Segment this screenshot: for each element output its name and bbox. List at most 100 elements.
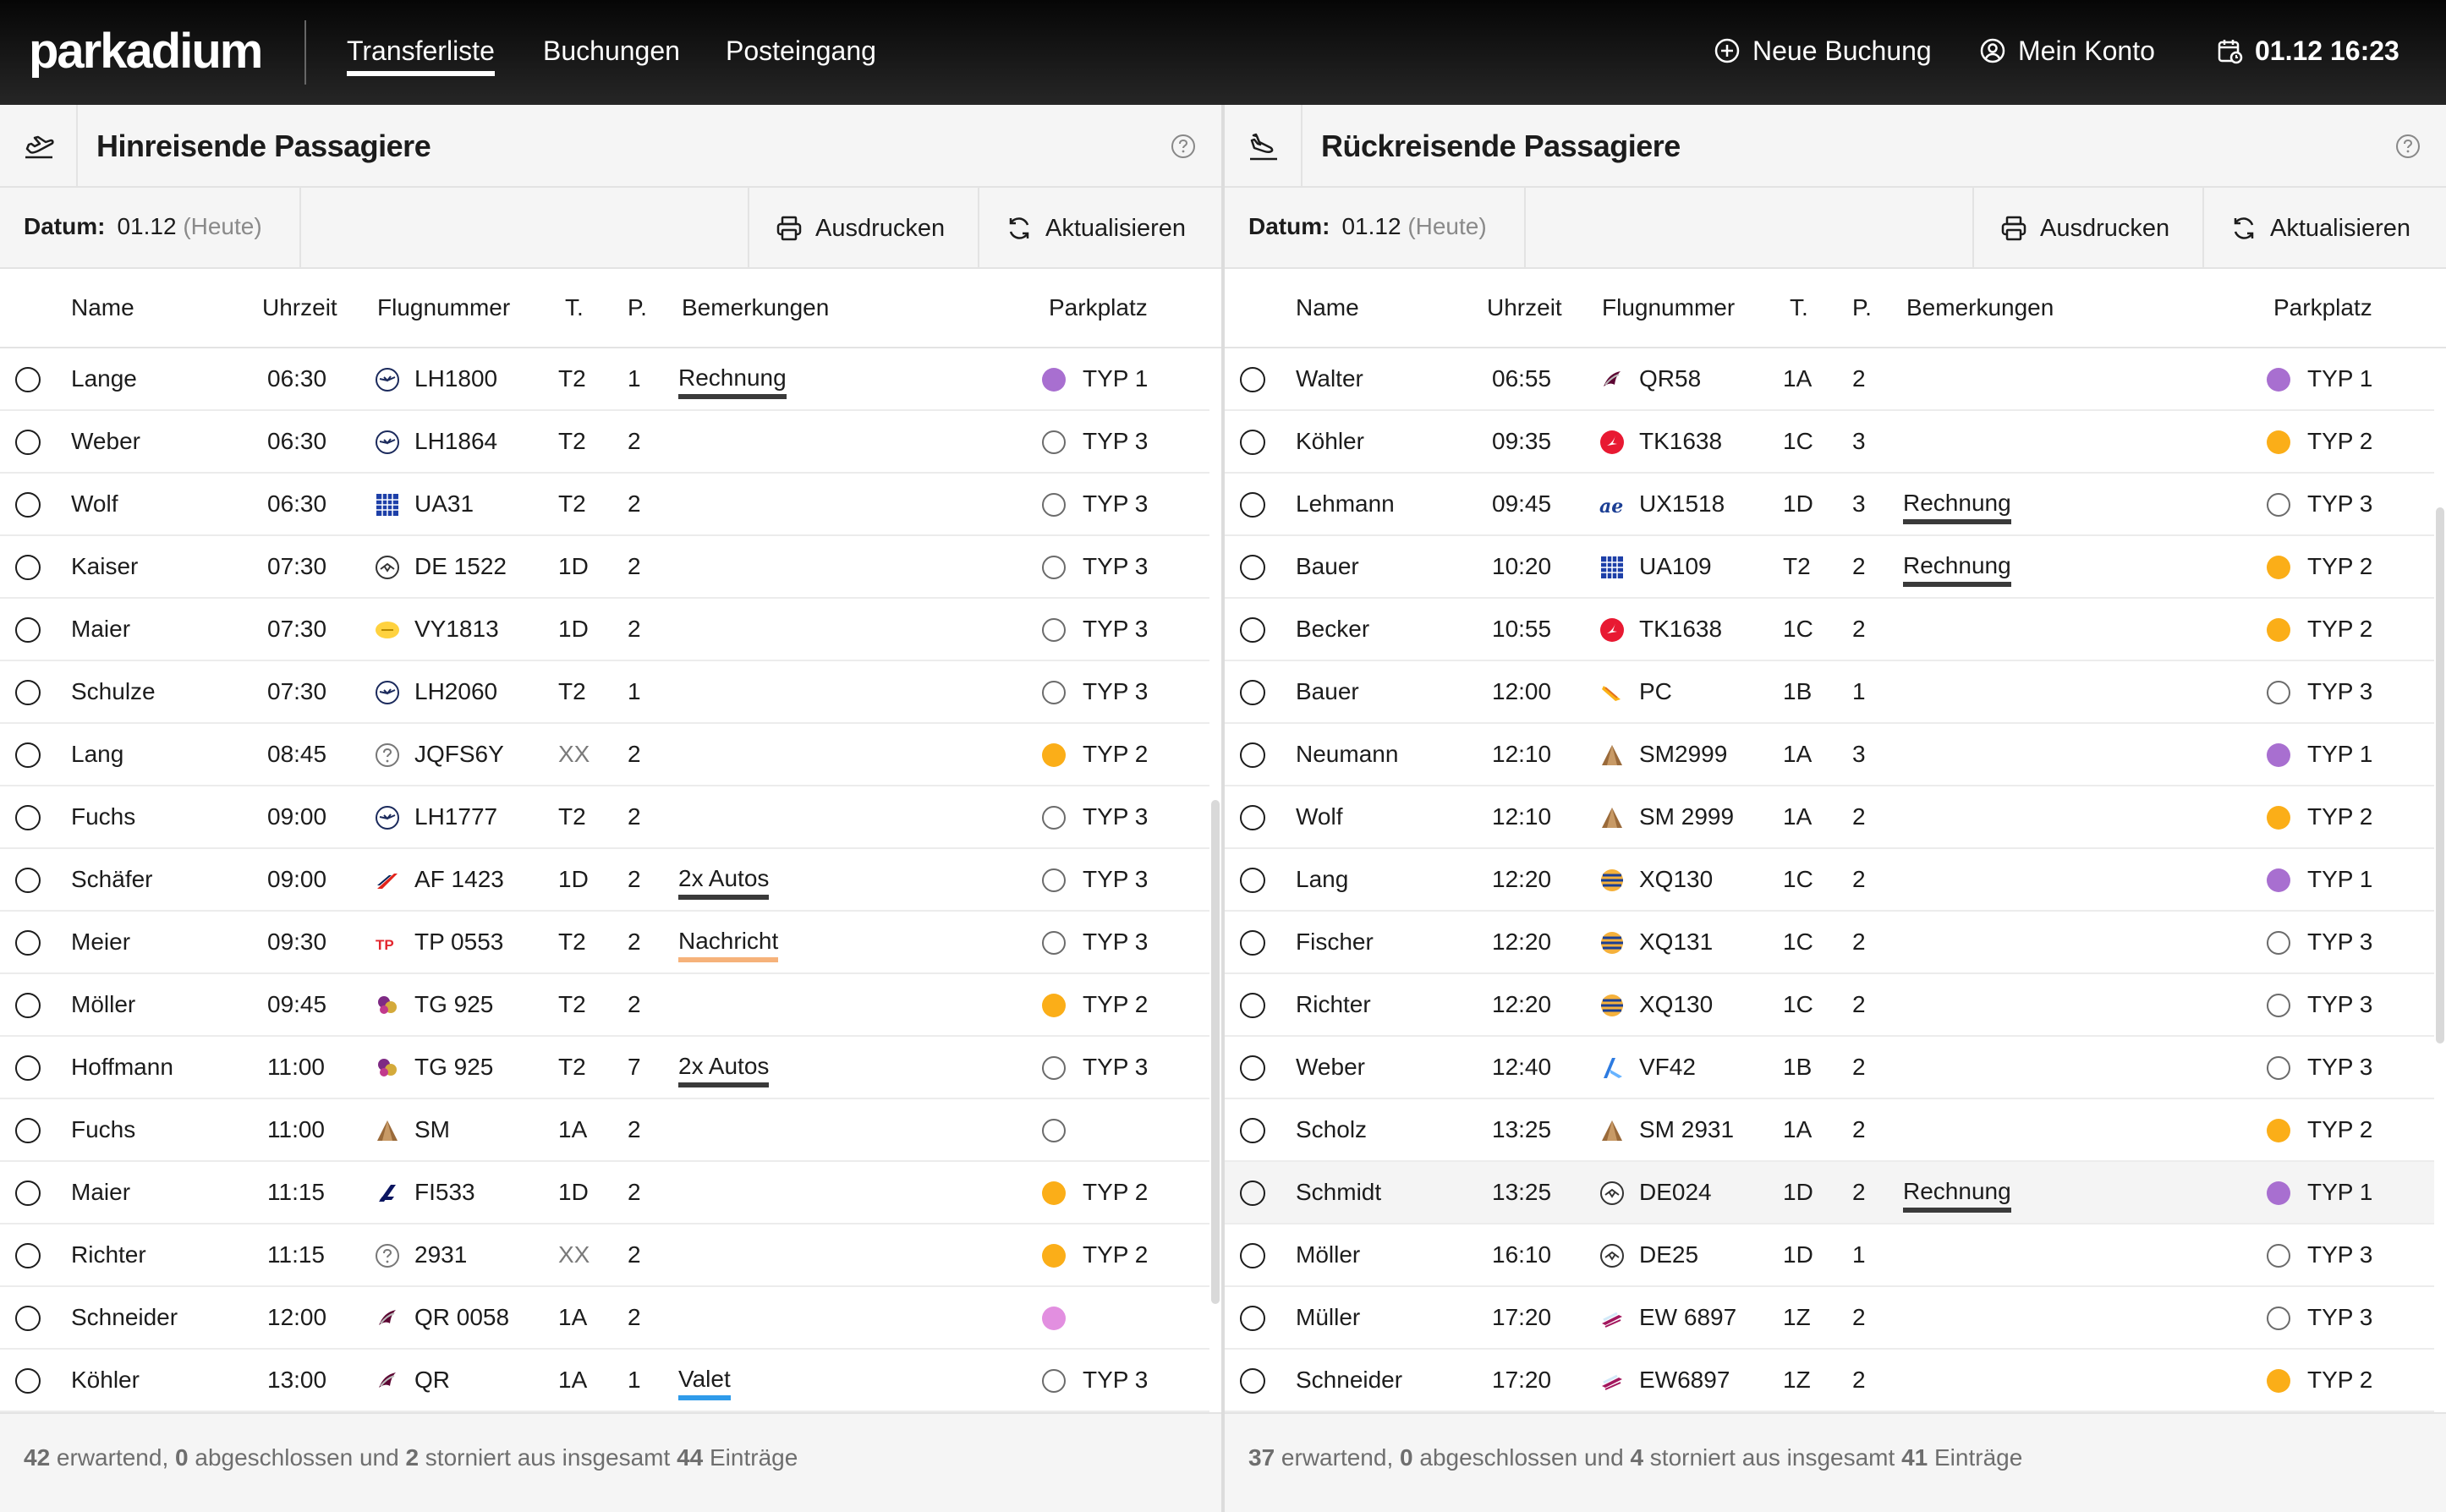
select-radio[interactable]: [1240, 1118, 1265, 1143]
table-row[interactable]: Bauer 12:00 PC 1B 1 TYP 3: [1225, 661, 2434, 724]
column-header-terminal[interactable]: T.: [1790, 291, 1808, 325]
table-row[interactable]: Lehmann 09:45 ae UX1518 1D 3 Rechnung TYP 3: [1225, 474, 2434, 536]
table-row[interactable]: Schneider 17:20 EW6897 1Z 2 TYP 2: [1225, 1350, 2434, 1412]
table-row[interactable]: Schulze 07:30 LH2060 T2 1 TYP 3: [0, 661, 1209, 724]
select-radio[interactable]: [15, 1118, 41, 1143]
table-row[interactable]: Wolf 06:30 UA31 T2 2 TYP 3: [0, 474, 1209, 536]
remark-link[interactable]: Rechnung: [1903, 1162, 2011, 1221]
column-header-remarks[interactable]: Bemerkungen: [682, 291, 829, 325]
select-radio[interactable]: [15, 1368, 41, 1394]
column-header-persons[interactable]: P.: [1852, 291, 1872, 325]
account-button[interactable]: Mein Konto: [1979, 32, 2155, 69]
help-icon[interactable]: [1169, 132, 1198, 161]
select-radio[interactable]: [1240, 930, 1265, 956]
table-row[interactable]: Weber 12:40 VF42 1B 2 TYP 3: [1225, 1037, 2434, 1099]
nav-buchungen[interactable]: Buchungen: [543, 32, 680, 69]
select-radio[interactable]: [15, 430, 41, 455]
column-header-time[interactable]: Uhrzeit: [262, 291, 337, 325]
remark-link[interactable]: Valet: [678, 1350, 731, 1409]
select-radio[interactable]: [1240, 993, 1265, 1018]
nav-posteingang[interactable]: Posteingang: [726, 32, 876, 69]
table-row[interactable]: Müller 17:20 EW 6897 1Z 2 TYP 3: [1225, 1287, 2434, 1350]
select-radio[interactable]: [15, 617, 41, 643]
remark-link[interactable]: 2x Autos: [678, 849, 770, 908]
select-radio[interactable]: [15, 1306, 41, 1331]
select-radio[interactable]: [15, 367, 41, 392]
table-row[interactable]: Fuchs 09:00 LH1777 T2 2 TYP 3: [0, 786, 1209, 849]
select-radio[interactable]: [15, 1181, 41, 1206]
select-radio[interactable]: [1240, 492, 1265, 518]
print-button[interactable]: Ausdrucken: [1999, 188, 2169, 269]
table-row[interactable]: Fuchs 11:00 SM 1A 2: [0, 1099, 1209, 1162]
select-radio[interactable]: [15, 492, 41, 518]
table-row[interactable]: Maier 11:15 FI533 1D 2 TYP 2: [0, 1162, 1209, 1224]
select-radio[interactable]: [15, 993, 41, 1018]
remark-link[interactable]: Rechnung: [1903, 474, 2011, 533]
select-radio[interactable]: [1240, 680, 1265, 705]
scrollbar[interactable]: [1211, 800, 1220, 1304]
column-header-time[interactable]: Uhrzeit: [1487, 291, 1562, 325]
table-row[interactable]: Bauer 10:20 UA109 T2 2 Rechnung TYP 2: [1225, 536, 2434, 599]
column-header-persons[interactable]: P.: [628, 291, 647, 325]
table-row[interactable]: Maier 07:30 VY1813 1D 2 TYP 3: [0, 599, 1209, 661]
help-icon[interactable]: [2394, 132, 2422, 161]
new-booking-button[interactable]: Neue Buchung: [1714, 32, 1932, 69]
select-radio[interactable]: [1240, 1055, 1265, 1081]
remark-link[interactable]: Rechnung: [678, 348, 787, 408]
table-row[interactable]: Richter 12:20 XQ130 1C 2 TYP 3: [1225, 974, 2434, 1037]
table-row[interactable]: Walter 06:55 QR58 1A 2 TYP 1: [1225, 348, 2434, 411]
table-row[interactable]: Neumann 12:10 SM2999 1A 3 TYP 1: [1225, 724, 2434, 786]
table-row[interactable]: Meier 09:30 TP TP 0553 T2 2 Nachricht TYP 3: [0, 912, 1209, 974]
column-header-remarks[interactable]: Bemerkungen: [1906, 291, 2054, 325]
select-radio[interactable]: [1240, 805, 1265, 830]
date-display[interactable]: Datum: 01.12 (Heute): [1248, 210, 1487, 244]
select-radio[interactable]: [15, 868, 41, 893]
table-row[interactable]: Schäfer 09:00 AF 1423 1D 2 2x Autos TYP 3: [0, 849, 1209, 912]
scrollbar[interactable]: [2436, 507, 2444, 1044]
select-radio[interactable]: [1240, 1368, 1265, 1394]
select-radio[interactable]: [15, 742, 41, 768]
select-radio[interactable]: [1240, 1181, 1265, 1206]
table-row[interactable]: Möller 09:45 TG 925 T2 2 TYP 2: [0, 974, 1209, 1037]
app-logo[interactable]: parkadium: [29, 22, 263, 81]
column-header-flight[interactable]: Flugnummer: [1602, 291, 1735, 325]
select-radio[interactable]: [15, 930, 41, 956]
table-row[interactable]: Lang 12:20 XQ130 1C 2 TYP 1: [1225, 849, 2434, 912]
table-row[interactable]: Fischer 12:20 XQ131 1C 2 TYP 3: [1225, 912, 2434, 974]
select-radio[interactable]: [1240, 617, 1265, 643]
table-row[interactable]: Köhler 13:00 QR 1A 1 Valet TYP 3: [0, 1350, 1209, 1412]
column-header-name[interactable]: Name: [1296, 291, 1359, 325]
select-radio[interactable]: [1240, 555, 1265, 580]
column-header-name[interactable]: Name: [71, 291, 134, 325]
table-row[interactable]: Schmidt 13:25 DE024 1D 2 Rechnung TYP 1: [1225, 1162, 2434, 1224]
nav-transferliste[interactable]: Transferliste: [347, 32, 495, 76]
remark-link[interactable]: Nachricht: [678, 912, 779, 971]
select-radio[interactable]: [15, 1243, 41, 1268]
select-radio[interactable]: [1240, 868, 1265, 893]
select-radio[interactable]: [1240, 1243, 1265, 1268]
refresh-button[interactable]: Aktualisieren: [2229, 188, 2410, 269]
print-button[interactable]: Ausdrucken: [775, 188, 945, 269]
remark-link[interactable]: Rechnung: [1903, 536, 2011, 595]
date-display[interactable]: Datum: 01.12 (Heute): [24, 210, 262, 244]
table-row[interactable]: Scholz 13:25 SM 2931 1A 2 TYP 2: [1225, 1099, 2434, 1162]
remark-link[interactable]: 2x Autos: [678, 1037, 770, 1096]
table-row[interactable]: Hoffmann 11:00 TG 925 T2 7 2x Autos TYP 3: [0, 1037, 1209, 1099]
select-radio[interactable]: [1240, 1306, 1265, 1331]
table-row[interactable]: Becker 10:55 TK1638 1C 2 TYP 2: [1225, 599, 2434, 661]
table-row[interactable]: Möller 16:10 DE25 1D 1 TYP 3: [1225, 1224, 2434, 1287]
table-row[interactable]: Lang 08:45 JQFS6Y XX 2 TYP 2: [0, 724, 1209, 786]
table-row[interactable]: Wolf 12:10 SM 2999 1A 2 TYP 2: [1225, 786, 2434, 849]
select-radio[interactable]: [1240, 742, 1265, 768]
select-radio[interactable]: [1240, 367, 1265, 392]
select-radio[interactable]: [15, 680, 41, 705]
column-header-parking[interactable]: Parkplatz: [2273, 291, 2372, 325]
select-radio[interactable]: [15, 805, 41, 830]
table-row[interactable]: Schneider 12:00 QR 0058 1A 2: [0, 1287, 1209, 1350]
column-header-flight[interactable]: Flugnummer: [377, 291, 510, 325]
table-row[interactable]: Weber 06:30 LH1864 T2 2 TYP 3: [0, 411, 1209, 474]
select-radio[interactable]: [15, 555, 41, 580]
table-row[interactable]: Kaiser 07:30 DE 1522 1D 2 TYP 3: [0, 536, 1209, 599]
select-radio[interactable]: [1240, 430, 1265, 455]
refresh-button[interactable]: Aktualisieren: [1005, 188, 1186, 269]
